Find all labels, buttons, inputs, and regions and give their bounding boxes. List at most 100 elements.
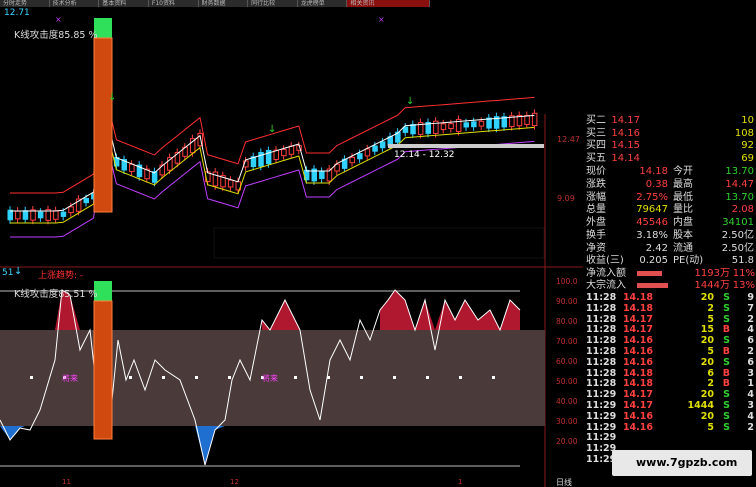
trade-count: 6: [747, 335, 754, 347]
order-vol: 10: [741, 115, 754, 126]
candle-body: [349, 156, 355, 164]
x-label-2: 12: [230, 478, 239, 486]
candle-body: [478, 120, 485, 127]
quote-row: 涨跌 0.38 最高 14.47: [583, 178, 756, 191]
trade-dir: S: [723, 313, 730, 325]
stats-row: 净资 2.42 流通 2.50亿: [583, 242, 756, 255]
sub-axis-tick: 80.00: [556, 317, 578, 326]
candle-body: [471, 121, 477, 128]
quote-label-2: 量比: [673, 204, 693, 216]
trade-count: 7: [747, 302, 754, 314]
quote-value-2: 34101: [722, 217, 754, 229]
red-fill-2: [262, 300, 300, 330]
candle-body: [281, 148, 287, 157]
sub-header-num: 51: [2, 268, 14, 278]
trade-price: 14.18: [622, 292, 653, 303]
trade-price: 14.18: [622, 302, 653, 314]
candle-body: [7, 209, 13, 221]
trade-time: 11:28: [586, 302, 617, 314]
trade-vol: 5: [707, 421, 714, 433]
sub-axis-tick: 50.00: [556, 377, 578, 386]
trade-time: 11:29: [586, 389, 617, 401]
empty-box: [213, 227, 545, 259]
candle-body: [319, 170, 325, 180]
trade-dir: S: [723, 400, 730, 411]
candle-body: [463, 122, 469, 128]
stats-value-1: 3.18%: [636, 230, 668, 241]
order-book-row: 买四 14.15 92: [583, 139, 756, 152]
trade-vol: 6: [707, 367, 714, 379]
trade-price: 14.16: [622, 410, 653, 422]
sub-attack-orange: [93, 300, 113, 440]
sub-axis-tick: 70.00: [556, 337, 578, 346]
stats-value-1: 2.42: [645, 242, 668, 254]
trade-price: 14.16: [622, 346, 653, 357]
axis-price-lower: 9.09: [557, 194, 575, 203]
stats-value-2: 2.50亿: [721, 242, 754, 254]
candle-body: [22, 210, 29, 220]
attack-bar-orange: [93, 37, 113, 213]
quote-label-2: 最高: [673, 178, 693, 190]
quote-value-2: 13.70: [725, 191, 754, 203]
sub-axis-tick: 90.00: [556, 297, 578, 306]
quote-label-1: 涨跌: [586, 178, 606, 190]
stats-label-1: 净资: [586, 242, 606, 254]
candle-body: [83, 198, 89, 204]
trade-vol: 20: [700, 410, 714, 422]
candle-body: [448, 123, 454, 130]
stats-label-1: 收益(三): [586, 255, 624, 266]
stats-value-1: 0.205: [639, 255, 668, 266]
trade-dir: S: [723, 335, 730, 347]
sub-axis-tick: 60.00: [556, 357, 578, 366]
trade-time: 11:28: [586, 335, 617, 347]
trade-row: 11:28 14.17 5 S 2: [583, 314, 756, 325]
watermark-text: www.7gpzb.com: [636, 456, 738, 469]
blue-fill-1: [195, 426, 225, 465]
k-attack-label: K线攻击度85.85 %: [14, 30, 98, 41]
green-arrow-icon: ↓: [406, 96, 414, 107]
flow-bar: [637, 283, 669, 288]
order-vol: 108: [734, 127, 754, 139]
purple-x-icon: ×: [55, 15, 62, 24]
trade-dir: S: [723, 410, 730, 422]
trade-dir: S: [723, 292, 730, 303]
trade-time: 11:28: [586, 313, 617, 325]
order-book-row: 买五 14.14 69: [583, 152, 756, 165]
trade-row: 11:28 14.16 20 S 6: [583, 335, 756, 346]
bottom-daily-tab[interactable]: 日线: [556, 477, 572, 487]
quote-row: 现价 14.18 今开 13.70: [583, 165, 756, 178]
quote-row: 总量 79647 量比 2.08: [583, 203, 756, 216]
trade-count: 9: [747, 292, 754, 303]
stats-row: 收益(三) 0.205 PE(动) 51.8: [583, 254, 756, 267]
order-label: 买四: [586, 140, 606, 151]
quote-row: 涨幅 2.75% 最低 13.70: [583, 191, 756, 204]
top-price-label: 12.71: [4, 8, 30, 18]
marker-label-1: 将来: [62, 374, 78, 383]
quote-label-1: 现价: [586, 166, 606, 177]
stats-label-2: 流通: [673, 242, 693, 254]
trade-vol: 20: [700, 389, 714, 401]
trade-dir: B: [722, 378, 730, 390]
trade-row: 11:29 14.17 20 S 4: [583, 389, 756, 400]
trade-vol: 20: [700, 356, 714, 368]
trade-row: 11:28 14.18 2 S 7: [583, 303, 756, 314]
trade-price: 14.17: [622, 389, 653, 401]
stats-value-2: 51.8: [731, 255, 754, 266]
range-label: 12.14 - 12.32: [394, 150, 455, 160]
trade-price: 14.17: [622, 313, 653, 325]
candle-body: [60, 211, 67, 217]
flow-label: 大宗流入: [586, 280, 626, 291]
green-arrow-icon: ↓: [108, 92, 116, 103]
sub-axis-tick: 40.00: [556, 397, 578, 406]
midline-dot: [459, 376, 462, 379]
trade-count: 1: [747, 378, 754, 390]
midline-dot: [492, 376, 495, 379]
quote-value-1: 45546: [636, 217, 668, 229]
quote-row: 外盘 45546 内盘 34101: [583, 216, 756, 229]
purple-x-icon: ×: [378, 15, 385, 24]
stats-label-2: PE(动): [673, 255, 704, 266]
trade-vol: 20: [700, 292, 714, 303]
quote-value-2: 14.47: [725, 178, 754, 190]
trade-dir: S: [723, 389, 730, 401]
sub-axis-tick: 20.00: [556, 437, 578, 446]
